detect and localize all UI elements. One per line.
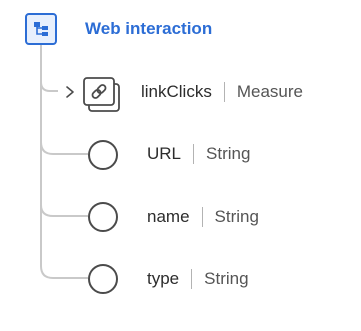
link-icon[interactable] — [82, 76, 122, 113]
field-name: URL — [147, 144, 182, 163]
circle-icon[interactable] — [88, 202, 118, 232]
root-title[interactable]: Web interaction — [85, 17, 212, 41]
separator — [191, 269, 193, 289]
object-hierarchy-icon[interactable] — [25, 13, 57, 45]
field-row-url[interactable]: URL String — [147, 142, 250, 166]
circle-icon[interactable] — [88, 264, 118, 294]
field-type: String — [214, 207, 259, 226]
field-name: name — [147, 207, 190, 226]
separator — [193, 144, 195, 164]
field-name: type — [147, 269, 180, 288]
field-row-linkclicks[interactable]: linkClicks Measure — [141, 80, 303, 104]
separator — [201, 207, 203, 227]
field-name: linkClicks — [141, 82, 212, 101]
circle-icon[interactable] — [88, 140, 118, 170]
field-row-type[interactable]: type String — [147, 267, 249, 291]
field-type: Measure — [236, 82, 303, 101]
chevron-right-icon[interactable] — [62, 83, 78, 101]
field-row-name[interactable]: name String — [147, 205, 259, 229]
schema-tree: Web interaction linkClicks Measure URL S… — [0, 0, 361, 331]
field-type: String — [204, 269, 249, 288]
separator — [223, 82, 225, 102]
field-type: String — [206, 144, 251, 163]
